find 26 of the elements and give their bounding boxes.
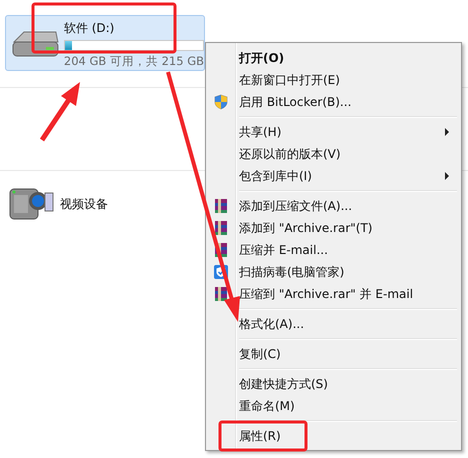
- menu-item[interactable]: 共享(H): [208, 121, 459, 143]
- device-label[interactable]: 视频设备: [60, 196, 108, 212]
- shield-icon: [213, 94, 229, 110]
- menu-item[interactable]: 打开(O): [208, 47, 459, 69]
- drive-tile[interactable]: 软件 (D:) 204 GB 可用，共 215 GB: [5, 15, 205, 71]
- menu-item[interactable]: 包含到库中(I): [208, 165, 459, 187]
- menu-item[interactable]: 还原以前的版本(V): [208, 143, 459, 165]
- menu-item[interactable]: 在新窗口中打开(E): [208, 69, 459, 91]
- drive-space: 204 GB 可用，共 215 GB: [64, 54, 204, 68]
- menu-item[interactable]: 格式化(A)...: [208, 313, 459, 335]
- menu-item[interactable]: 属性(R): [208, 425, 459, 447]
- books-icon: [213, 198, 229, 214]
- books-icon: [213, 242, 229, 258]
- menu-item[interactable]: 添加到压缩文件(A)...: [208, 195, 459, 217]
- annotation-arrow: [40, 82, 80, 142]
- menu-item[interactable]: 添加到 "Archive.rar"(T): [208, 217, 459, 239]
- menu-item[interactable]: 重命名(M): [208, 395, 459, 417]
- menu-item[interactable]: 启用 BitLocker(B)...: [208, 91, 459, 113]
- books-icon: [213, 220, 229, 236]
- menu-item[interactable]: 扫描病毒(电脑管家): [208, 261, 459, 283]
- books-icon: [213, 286, 229, 302]
- menu-item[interactable]: 压缩到 "Archive.rar" 并 E-mail: [208, 283, 459, 305]
- menu-item[interactable]: 压缩并 E-mail...: [208, 239, 459, 261]
- drive-name: 软件 (D:): [64, 20, 116, 36]
- menu-item[interactable]: 创建快捷方式(S): [208, 373, 459, 395]
- menu-item[interactable]: 复制(C): [208, 343, 459, 365]
